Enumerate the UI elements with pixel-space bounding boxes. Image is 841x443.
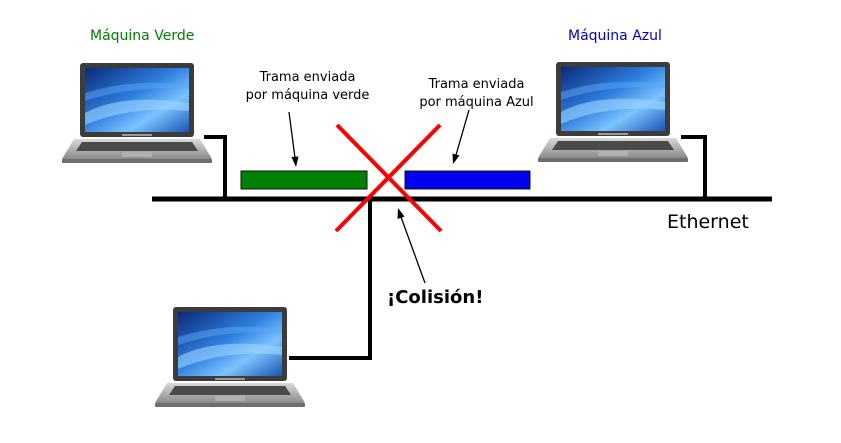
cable-bottom: [289, 199, 372, 360]
laptop-icon: [538, 62, 688, 162]
frame-blue-note-line-2: por máquina Azul: [419, 95, 534, 110]
arrow-collision: [397, 208, 426, 284]
arrow-green-note: [288, 111, 299, 167]
collision-label: ¡Colisión!: [387, 287, 484, 308]
frame-blue-note-line-1: Trama enviada: [428, 77, 525, 92]
arrow-blue-note: [452, 109, 470, 164]
laptop-icon: [155, 307, 305, 407]
frame-green-note-line-1: Trama enviada: [259, 70, 356, 85]
machine-blue-label: Máquina Azul: [568, 28, 662, 44]
frame-green: [240, 170, 368, 190]
collision-diagram: Máquina Verde Máquina Azul Trama enviada…: [0, 0, 841, 439]
frame-green-note: Trama enviada por máquina verde: [245, 69, 370, 105]
machine-green-label: Máquina Verde: [90, 28, 195, 44]
cable-blue: [681, 135, 707, 199]
laptop-icon: [62, 63, 212, 163]
cable-green: [204, 135, 227, 199]
frame-blue: [404, 170, 531, 190]
frame-green-note-line-2: por máquina verde: [245, 88, 370, 103]
ethernet-label: Ethernet: [667, 211, 749, 233]
frame-blue-note: Trama enviada por máquina Azul: [414, 76, 539, 112]
